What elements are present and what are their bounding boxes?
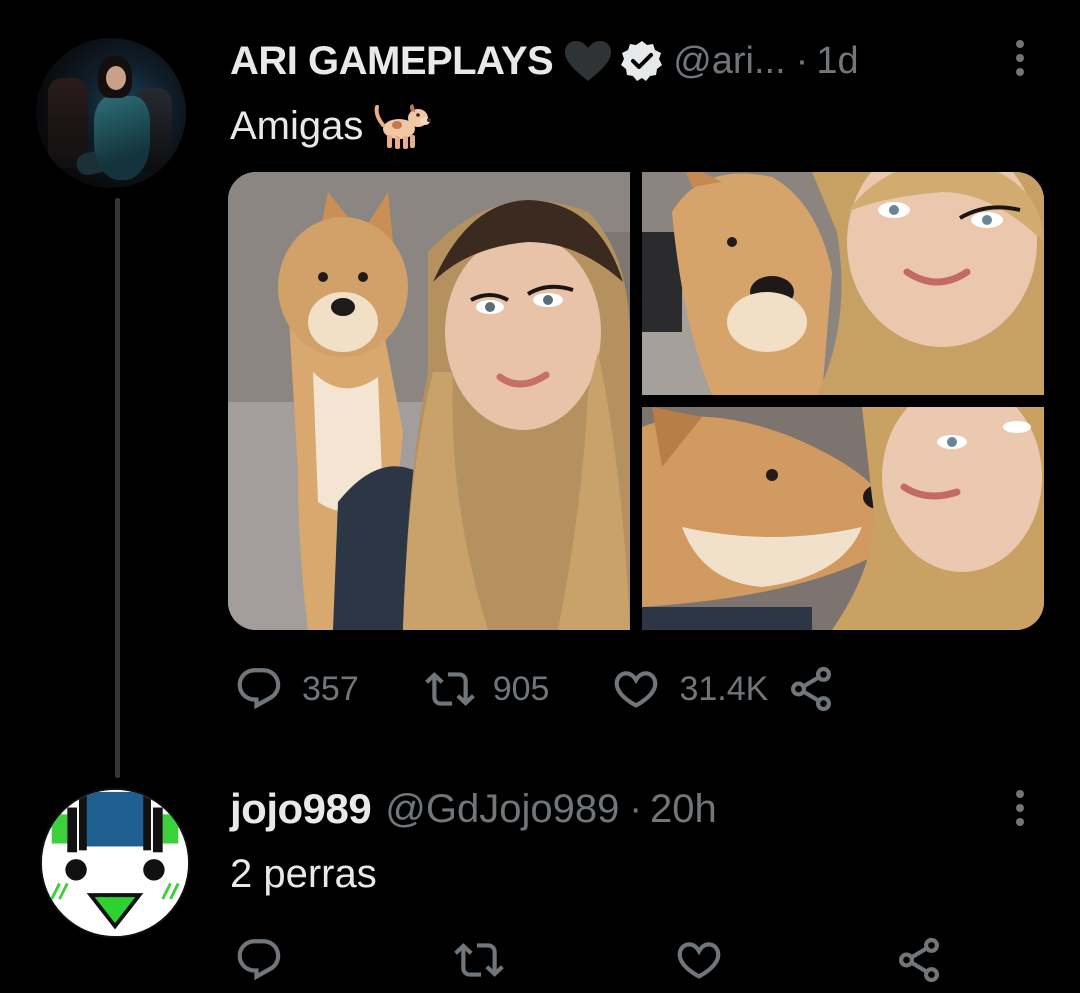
share-icon xyxy=(791,666,832,712)
tweet-text: 2 perras xyxy=(230,848,377,900)
display-name[interactable]: jojo989 xyxy=(230,785,372,833)
tweet-header: ARI GAMEPLAYS @ari... · 1d xyxy=(230,34,859,88)
media-photo[interactable] xyxy=(642,172,1044,395)
tweet-text-content: 2 perras xyxy=(230,851,377,896)
reply-button[interactable] xyxy=(234,935,302,985)
reply-icon xyxy=(237,939,281,981)
tweet-jojo989[interactable]: jojo989 @GdJojo989 · 20h 2 perras xyxy=(0,780,1080,993)
share-button[interactable] xyxy=(894,935,944,985)
like-count: 31.4K xyxy=(679,669,769,708)
tweet-text-content: Amigas xyxy=(230,103,364,148)
thread-connector-line xyxy=(115,198,120,778)
retweet-icon xyxy=(454,943,504,977)
media-photo[interactable] xyxy=(642,407,1044,630)
heart-icon xyxy=(677,942,721,979)
handle[interactable]: @ari... xyxy=(673,40,785,83)
timestamp[interactable]: 20h xyxy=(650,787,717,832)
black-heart-icon xyxy=(563,39,613,83)
avatar-figure xyxy=(94,96,150,180)
retweet-icon xyxy=(424,672,475,706)
retweet-count: 905 xyxy=(492,669,550,708)
tweet-text: Amigas xyxy=(230,100,432,152)
share-icon xyxy=(899,937,939,983)
retweet-button[interactable]: 905 xyxy=(424,664,550,714)
like-button[interactable] xyxy=(674,935,742,985)
media-photo[interactable] xyxy=(228,172,630,630)
timestamp[interactable]: 1d xyxy=(816,40,858,83)
dog-emoji-icon xyxy=(373,101,432,151)
media-grid[interactable] xyxy=(228,172,1044,630)
tweet-header: jojo989 @GdJojo989 · 20h xyxy=(230,782,717,836)
like-button[interactable]: 31.4K xyxy=(611,664,768,714)
verified-badge-icon[interactable] xyxy=(621,40,663,82)
handle[interactable]: @GdJojo989 xyxy=(385,787,619,832)
more-options-icon[interactable] xyxy=(1013,790,1027,826)
reply-icon xyxy=(237,668,281,710)
avatar[interactable] xyxy=(40,788,190,938)
reply-button[interactable]: 357 xyxy=(234,664,359,714)
separator-dot: · xyxy=(795,39,809,82)
avatar[interactable] xyxy=(36,38,186,188)
heart-icon xyxy=(615,671,658,708)
avatar-figure xyxy=(106,66,126,90)
more-options-icon[interactable] xyxy=(1013,40,1027,76)
tweet-actions xyxy=(234,935,944,985)
share-button[interactable] xyxy=(786,664,836,714)
tweet-ari-gameplays[interactable]: ARI GAMEPLAYS @ari... · 1d Amigas 357 90… xyxy=(0,0,1080,780)
separator-dot: · xyxy=(629,787,642,830)
retweet-button[interactable] xyxy=(454,935,522,985)
display-name[interactable]: ARI GAMEPLAYS xyxy=(230,39,554,84)
reply-count: 357 xyxy=(302,669,359,708)
tweet-actions: 357 905 31.4K xyxy=(234,664,836,714)
